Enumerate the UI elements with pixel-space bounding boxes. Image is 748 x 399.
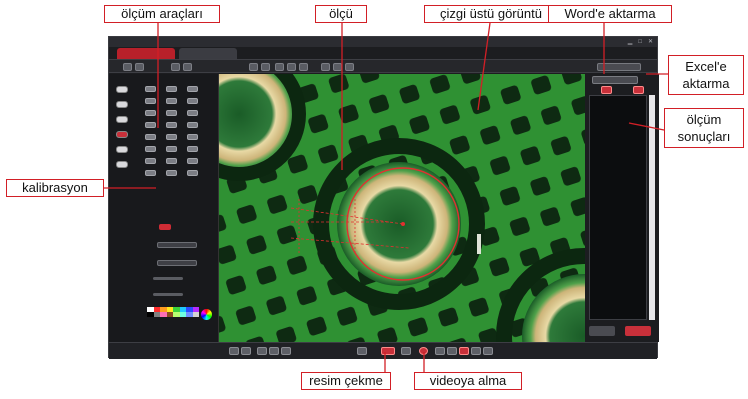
measurement-tool-button[interactable] [187, 170, 198, 176]
callout-export-word: Word'e aktarma [548, 5, 672, 23]
title-bar: ▁ □ ✕ [109, 37, 657, 47]
color-swatch[interactable] [192, 312, 199, 317]
color-palette [147, 307, 199, 317]
measurement-tool-button[interactable] [187, 110, 198, 116]
measurement-tool-button[interactable] [166, 158, 177, 164]
toolbar-button[interactable] [171, 63, 180, 71]
toolbar-select[interactable] [597, 63, 641, 71]
toolbar-button[interactable] [275, 63, 284, 71]
toolbar-button[interactable] [345, 63, 354, 71]
measurement-tool-button[interactable] [145, 110, 156, 116]
measurement-tool-button[interactable] [166, 146, 177, 152]
measurement-tool-button[interactable] [187, 146, 198, 152]
results-button-active[interactable] [625, 326, 651, 336]
measurement-tool-button[interactable] [166, 86, 177, 92]
measurement-tool-button[interactable] [145, 98, 156, 104]
measurement-tool-button[interactable] [187, 86, 198, 92]
measurement-tool-button[interactable] [166, 122, 177, 128]
calibration-button[interactable] [159, 224, 171, 230]
toolbar-button[interactable] [287, 63, 296, 71]
toolbar-button[interactable] [333, 63, 342, 71]
color-wheel-icon[interactable] [201, 309, 212, 320]
stop-record-button[interactable] [459, 347, 469, 355]
callout-capture-image: resim çekme [301, 372, 391, 390]
playback-button[interactable] [281, 347, 291, 355]
pause-button[interactable] [357, 347, 367, 355]
measurement-tool-button[interactable] [145, 146, 156, 152]
playback-button[interactable] [229, 347, 239, 355]
line-width-slider[interactable] [153, 277, 183, 280]
playback-button[interactable] [241, 347, 251, 355]
via-pad [337, 162, 461, 286]
measurement-tool-button[interactable] [145, 170, 156, 176]
top-toolbar [109, 59, 657, 73]
record-control-button[interactable] [435, 347, 445, 355]
measurement-tool-button[interactable] [145, 122, 156, 128]
record-control-button[interactable] [447, 347, 457, 355]
callout-measurement-tools: ölçüm araçları [104, 5, 220, 23]
tab-bar [117, 48, 237, 59]
side-tool-button[interactable] [116, 161, 128, 168]
measurement-tool-button[interactable] [187, 122, 198, 128]
measurement-results-list [589, 95, 647, 320]
callout-overlay-image: çizgi üstü görüntü [424, 5, 558, 23]
results-scrollbar[interactable] [649, 95, 655, 320]
toolbar-button[interactable] [261, 63, 270, 71]
right-results-panel [585, 74, 659, 342]
transparency-slider[interactable] [153, 293, 183, 296]
overlay-image-view[interactable] [219, 74, 585, 342]
bottom-toolbar [109, 342, 657, 359]
side-tool-button[interactable] [116, 116, 128, 123]
measurement-tool-button[interactable] [187, 98, 198, 104]
toolbar-button[interactable] [299, 63, 308, 71]
toolbar-button[interactable] [321, 63, 330, 71]
measurement-tool-button[interactable] [145, 158, 156, 164]
line-type-select[interactable] [157, 260, 197, 266]
side-tool-button[interactable] [116, 101, 128, 108]
maximize-icon[interactable]: □ [638, 38, 642, 46]
side-tool-button[interactable] [116, 146, 128, 153]
record-icon[interactable] [419, 347, 428, 355]
camera-settings-button[interactable] [401, 347, 411, 355]
measurement-tool-button[interactable] [166, 170, 177, 176]
toolbar-button[interactable] [183, 63, 192, 71]
unit-select[interactable] [157, 242, 197, 248]
record-control-button[interactable] [471, 347, 481, 355]
excel-export-icon[interactable] [633, 86, 644, 94]
measurement-tool-button[interactable] [145, 134, 156, 140]
microscope-app-window: ▁ □ ✕ [108, 36, 659, 359]
window-controls: ▁ □ ✕ [628, 38, 653, 46]
left-tool-panel [109, 74, 219, 342]
callout-calibration: kalibrasyon [6, 179, 104, 197]
callout-record-video: videoya alma [414, 372, 522, 390]
close-icon[interactable]: ✕ [648, 38, 653, 46]
measurement-tool-button[interactable] [187, 134, 198, 140]
side-tool-button[interactable] [116, 86, 128, 93]
results-select[interactable] [592, 76, 638, 84]
measurement-tool-button[interactable] [166, 110, 177, 116]
toolbar-button[interactable] [135, 63, 144, 71]
measurement-tool-button[interactable] [166, 134, 177, 140]
minimize-icon[interactable]: ▁ [628, 38, 633, 46]
measurement-tool-button[interactable] [187, 158, 198, 164]
tab-primary[interactable] [117, 48, 175, 59]
camera-icon[interactable] [381, 347, 395, 355]
microscope-image [219, 74, 585, 342]
callout-measurement: ölçü [315, 5, 367, 23]
side-tool-button-active[interactable] [116, 131, 128, 138]
toolbar-button[interactable] [123, 63, 132, 71]
callout-measurement-results: ölçüm sonuçları [664, 108, 744, 148]
playback-button[interactable] [257, 347, 267, 355]
playback-button[interactable] [269, 347, 279, 355]
measurement-tool-button[interactable] [166, 98, 177, 104]
tab-secondary[interactable] [179, 48, 237, 59]
results-button[interactable] [589, 326, 615, 336]
measurement-tool-button[interactable] [145, 86, 156, 92]
toolbar-button[interactable] [249, 63, 258, 71]
board-mark [477, 234, 481, 254]
measure-center [401, 222, 405, 226]
callout-export-excel: Excel'e aktarma [668, 55, 744, 95]
record-control-button[interactable] [483, 347, 493, 355]
word-export-icon[interactable] [601, 86, 612, 94]
